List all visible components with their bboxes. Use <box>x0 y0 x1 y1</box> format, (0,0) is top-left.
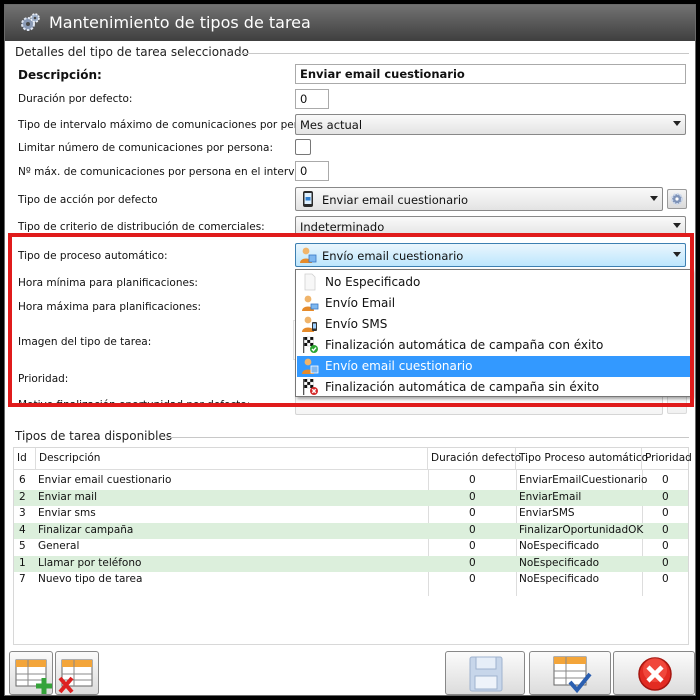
descripcion-input[interactable]: Enviar email cuestionario <box>295 64 686 84</box>
column-header-descripcion[interactable]: Descripción <box>36 448 428 470</box>
details-group-line <box>237 53 689 54</box>
table-section-title: Tipos de tarea disponibles <box>15 429 173 443</box>
dropdown-item-envio-email[interactable]: Envío Email <box>297 293 690 314</box>
phone-email-icon <box>303 191 313 207</box>
descripcion-label: Descripción: <box>18 68 102 82</box>
intervalo-combo-value: Mes actual <box>300 118 363 132</box>
table-row[interactable]: 4 Finalizar campaña 0 FinalizarOportunid… <box>14 522 688 539</box>
prioridad-label: Prioridad: <box>18 373 69 385</box>
dropdown-item-envio-email-cuestionario[interactable]: Envío email cuestionario <box>297 356 690 377</box>
chevron-down-icon <box>650 196 658 201</box>
table-row[interactable]: 2 Enviar mail 0 EnviarEmail 0 <box>14 489 688 506</box>
intervalo-label: Tipo de intervalo máximo de comunicacion… <box>18 119 327 131</box>
grid-add-icon <box>15 659 52 694</box>
column-header-id[interactable]: Id <box>14 448 36 470</box>
table-group-line <box>165 437 689 438</box>
proceso-label: Tipo de proceso automático: <box>18 250 168 262</box>
table-header: Id Descripción Duración defecto Tipo Pro… <box>14 448 692 470</box>
table-row[interactable]: 1 Llamar por teléfono 0 NoEspecificado 0 <box>14 555 688 572</box>
task-types-table[interactable]: Id Descripción Duración defecto Tipo Pro… <box>13 447 692 645</box>
grid-check-icon <box>553 656 592 694</box>
chevron-down-icon <box>673 121 681 126</box>
dropdown-item-finalizacion-con-exito[interactable]: Finalización automática de campaña con é… <box>297 335 690 356</box>
person-sms-icon <box>302 316 317 332</box>
table-row[interactable]: 6 Enviar email cuestionario 0 EnviarEmai… <box>14 473 688 490</box>
accept-button[interactable] <box>529 651 611 695</box>
accion-label: Tipo de acción por defecto <box>18 194 158 206</box>
limitar-label: Limitar número de comunicaciones por per… <box>18 142 274 154</box>
save-button[interactable] <box>445 651 525 695</box>
main-window: Mantenimiento de tipos de tarea Detalles… <box>4 4 696 696</box>
table-row[interactable]: 5 General 0 NoEspecificado 0 <box>14 539 688 556</box>
proceso-combo-value: Envío email cuestionario <box>322 249 464 263</box>
dropdown-item-no-especificado[interactable]: No Especificado <box>297 272 690 293</box>
blank-document-icon <box>304 273 316 291</box>
column-header-prioridad[interactable]: Prioridad <box>642 448 692 470</box>
proceso-combo[interactable]: Envío email cuestionario <box>295 243 686 267</box>
proceso-dropdown-list[interactable]: No Especificado Envío Email Envío SMS Fi… <box>295 269 692 397</box>
add-task-type-button[interactable] <box>9 651 53 695</box>
limitar-checkbox[interactable] <box>295 139 311 155</box>
criterio-label: Tipo de criterio de distribución de come… <box>18 221 265 233</box>
table-row[interactable]: 7 Nuevo tipo de tarea 0 NoEspecificado 0 <box>14 572 688 589</box>
red-x-close-icon <box>638 657 672 691</box>
details-section-title: Detalles del tipo de tarea seleccionado <box>15 45 249 59</box>
column-header-proceso[interactable]: Tipo Proceso automático <box>516 448 648 470</box>
hora-min-label: Hora mínima para planificaciones: <box>18 277 198 289</box>
accion-settings-button[interactable] <box>667 189 687 209</box>
accion-combo-value: Enviar email cuestionario <box>322 193 469 207</box>
gears-icon <box>21 13 40 31</box>
delete-task-type-button[interactable] <box>55 651 99 695</box>
grid-delete-icon <box>58 659 93 694</box>
chevron-down-icon <box>673 223 681 228</box>
person-email-icon <box>302 295 319 311</box>
motivo-label: Motivo finalización oportunidad por defe… <box>18 399 251 405</box>
table-row[interactable]: 3 Enviar sms 0 EnviarSMS 0 <box>14 506 688 523</box>
accion-combo[interactable]: Enviar email cuestionario <box>295 187 663 211</box>
checkered-flag-failure-icon <box>303 378 318 395</box>
duracion-label: Duración por defecto: <box>18 93 133 105</box>
gear-icon <box>671 193 683 205</box>
column-header-duracion[interactable]: Duración defecto <box>428 448 521 470</box>
close-button[interactable] <box>613 651 695 695</box>
title-bar: Mantenimiento de tipos de tarea <box>5 5 695 41</box>
person-questionnaire-icon <box>300 247 317 263</box>
nmax-label: Nº máx. de comunicaciones por persona en… <box>18 166 314 178</box>
checkered-flag-success-icon <box>303 336 318 353</box>
person-questionnaire-icon <box>302 358 319 374</box>
hora-max-label: Hora máxima para planificaciones: <box>18 301 202 313</box>
criterio-combo[interactable]: Indeterminado <box>295 216 686 237</box>
chevron-down-icon <box>673 252 681 257</box>
window-title: Mantenimiento de tipos de tarea <box>49 13 311 32</box>
dropdown-item-envio-sms[interactable]: Envío SMS <box>297 314 690 335</box>
nmax-input[interactable]: 0 <box>295 161 329 181</box>
floppy-disk-icon <box>469 656 503 692</box>
duracion-input[interactable]: 0 <box>295 89 329 109</box>
imagen-label: Imagen del tipo de tarea: <box>18 336 152 348</box>
criterio-combo-value: Indeterminado <box>300 220 385 234</box>
dropdown-item-finalizacion-sin-exito[interactable]: Finalización automática de campaña sin é… <box>297 377 690 398</box>
intervalo-combo[interactable]: Mes actual <box>295 114 686 135</box>
